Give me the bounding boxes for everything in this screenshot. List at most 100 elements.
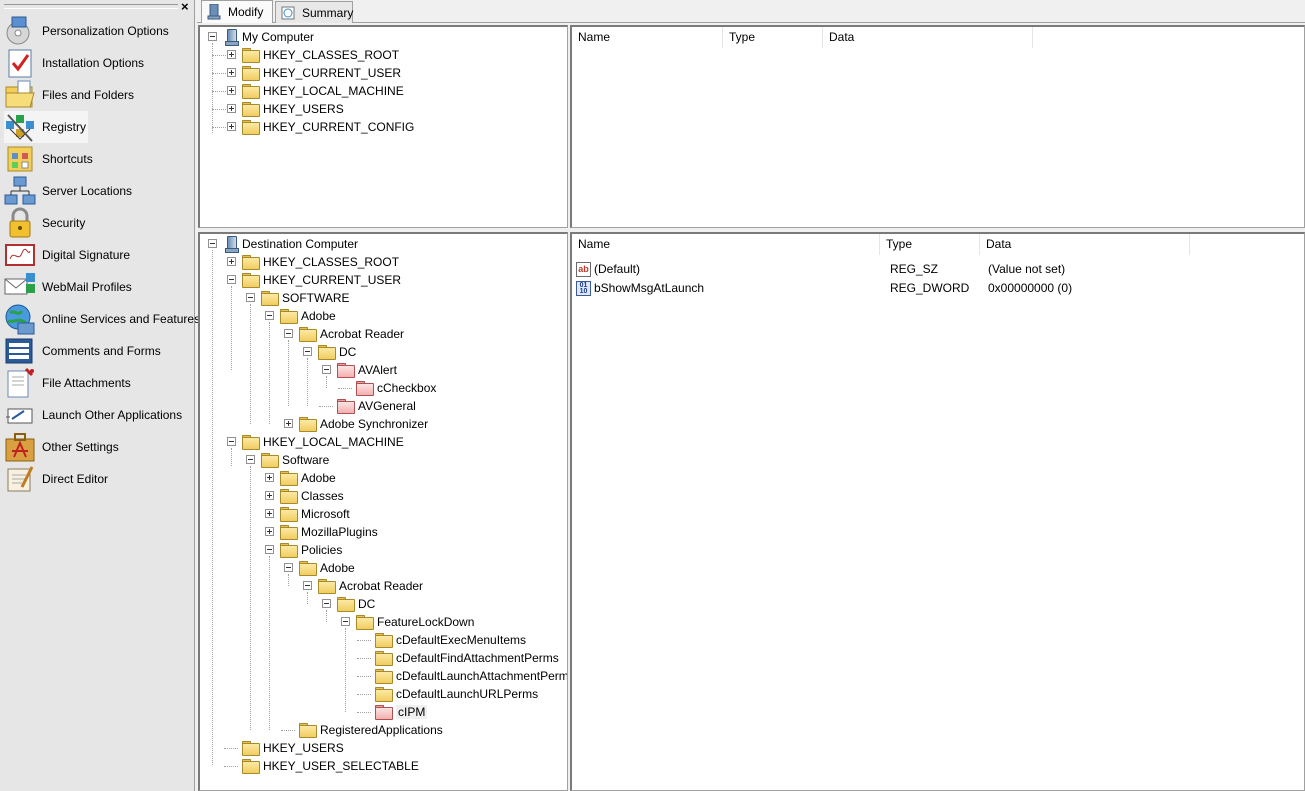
collapse-icon[interactable] bbox=[322, 365, 331, 374]
tree-node[interactable]: Policies bbox=[265, 541, 342, 559]
list-item[interactable]: ab (Default) REG_SZ (Value not set) bbox=[576, 260, 1065, 278]
tree-node[interactable]: HKEY_USERS bbox=[224, 739, 344, 757]
tree-node[interactable]: Software bbox=[246, 451, 329, 469]
sidebar-item-file-attachments[interactable]: File Attachments bbox=[4, 367, 192, 399]
column-header-type[interactable]: Type bbox=[723, 27, 823, 48]
sidebar-item-personalization-options[interactable]: Personalization Options bbox=[4, 15, 192, 47]
column-header-name[interactable]: Name bbox=[572, 234, 880, 255]
collapse-icon[interactable] bbox=[265, 311, 274, 320]
tree-node-label: cIPM bbox=[396, 705, 428, 719]
sidebar-item-other-settings[interactable]: Other Settings bbox=[4, 431, 192, 463]
tree-node-destination-computer[interactable]: Destination Computer bbox=[208, 235, 358, 253]
column-header-type[interactable]: Type bbox=[880, 234, 980, 255]
sidebar-item-installation-options[interactable]: Installation Options bbox=[4, 47, 192, 79]
destination-values-pane[interactable]: Name Type Data ab (Default) REG_SZ (Valu… bbox=[570, 232, 1305, 791]
destination-tree-pane[interactable]: Destination Computer HKEY_CLASSES_ROOT HK… bbox=[198, 232, 568, 791]
tree-node[interactable]: cDefaultFindAttachmentPerms bbox=[357, 649, 559, 667]
tree-node[interactable]: cDefaultLaunchAttachmentPerm bbox=[357, 667, 567, 685]
collapse-icon[interactable] bbox=[227, 437, 236, 446]
tree-node[interactable]: cCheckbox bbox=[338, 379, 436, 397]
collapse-icon[interactable] bbox=[341, 617, 350, 626]
tree-node[interactable]: AVAlert bbox=[322, 361, 397, 379]
tree-node[interactable]: SOFTWARE bbox=[246, 289, 350, 307]
column-header-name[interactable]: Name bbox=[572, 27, 723, 48]
collapse-icon[interactable] bbox=[303, 581, 312, 590]
expand-icon[interactable] bbox=[265, 491, 274, 500]
tree-node-label: Acrobat Reader bbox=[339, 579, 424, 593]
tree-node[interactable]: Acrobat Reader bbox=[303, 577, 423, 595]
expand-icon[interactable] bbox=[227, 50, 236, 59]
list-item[interactable]: 01 10 bShowMsgAtLaunch REG_DWORD 0x000000… bbox=[576, 279, 1072, 297]
expand-icon[interactable] bbox=[227, 257, 236, 266]
folder-icon bbox=[299, 417, 317, 432]
tree-node[interactable]: RegisteredApplications bbox=[281, 721, 443, 739]
collapse-icon[interactable] bbox=[208, 239, 217, 248]
sidebar-item-shortcuts[interactable]: Shortcuts bbox=[4, 143, 192, 175]
tree-node[interactable]: AVGeneral bbox=[319, 397, 416, 415]
close-icon[interactable]: × bbox=[181, 0, 189, 14]
sidebar-item-registry[interactable]: Registry bbox=[4, 111, 88, 143]
tree-node[interactable]: HKEY_CURRENT_USER bbox=[227, 64, 401, 82]
expand-icon[interactable] bbox=[265, 473, 274, 482]
collapse-icon[interactable] bbox=[303, 347, 312, 356]
expand-icon[interactable] bbox=[265, 509, 274, 518]
tree-node[interactable]: Adobe Synchronizer bbox=[284, 415, 428, 433]
collapse-icon[interactable] bbox=[246, 455, 255, 464]
tab-summary[interactable]: Summary bbox=[275, 1, 353, 23]
tree-node[interactable]: HKEY_LOCAL_MACHINE bbox=[227, 82, 404, 100]
collapse-icon[interactable] bbox=[284, 329, 293, 338]
tree-node[interactable]: Classes bbox=[265, 487, 344, 505]
collapse-icon[interactable] bbox=[227, 275, 236, 284]
tree-node[interactable]: HKEY_USERS bbox=[227, 100, 344, 118]
tree-node[interactable]: cDefaultLaunchURLPerms bbox=[357, 685, 538, 703]
tree-node[interactable]: Adobe bbox=[265, 469, 336, 487]
source-tree-pane[interactable]: My Computer HKEY_CLASSES_ROOT HKEY_CURRE… bbox=[198, 25, 568, 228]
sidebar-item-webmail-profiles[interactable]: WebMail Profiles bbox=[4, 271, 192, 303]
tree-node[interactable]: DC bbox=[322, 595, 375, 613]
tree-node[interactable]: Adobe bbox=[284, 559, 355, 577]
tree-node[interactable]: Adobe bbox=[265, 307, 336, 325]
sidebar-item-files-and-folders[interactable]: Files and Folders bbox=[4, 79, 192, 111]
tree-node[interactable]: HKEY_CURRENT_CONFIG bbox=[227, 118, 414, 136]
tree-node[interactable]: cIPM bbox=[357, 703, 428, 721]
tree-node-label: HKEY_LOCAL_MACHINE bbox=[263, 435, 404, 449]
expand-icon[interactable] bbox=[265, 527, 274, 536]
tree-node[interactable]: FeatureLockDown bbox=[341, 613, 474, 631]
expand-icon[interactable] bbox=[227, 86, 236, 95]
expand-icon[interactable] bbox=[227, 122, 236, 131]
tree-node[interactable]: HKEY_USER_SELECTABLE bbox=[224, 757, 419, 775]
collapse-icon[interactable] bbox=[208, 32, 217, 41]
source-values-pane[interactable]: Name Type Data bbox=[570, 25, 1305, 228]
tree-node[interactable]: Acrobat Reader bbox=[284, 325, 404, 343]
sidebar-item-server-locations[interactable]: Server Locations bbox=[4, 175, 192, 207]
sidebar-item-online-services-and-features[interactable]: Online Services and Features bbox=[4, 303, 200, 335]
tree-node[interactable]: MozillaPlugins bbox=[265, 523, 378, 541]
folder-icon bbox=[242, 435, 260, 450]
collapse-icon[interactable] bbox=[246, 293, 255, 302]
sidebar-item-launch-other-applications[interactable]: Launch Other Applications bbox=[4, 399, 192, 431]
tree-node-my-computer[interactable]: My Computer bbox=[208, 28, 314, 46]
expand-icon[interactable] bbox=[227, 68, 236, 77]
sidebar-item-security[interactable]: Security bbox=[4, 207, 192, 239]
tree-node[interactable]: HKEY_CLASSES_ROOT bbox=[227, 253, 399, 271]
column-header-data[interactable]: Data bbox=[823, 27, 1033, 48]
tab-modify[interactable]: Modify bbox=[201, 0, 273, 23]
sidebar-item-digital-signature[interactable]: Digital Signature bbox=[4, 239, 192, 271]
expand-icon[interactable] bbox=[284, 419, 293, 428]
column-header-data[interactable]: Data bbox=[980, 234, 1190, 255]
tree-node[interactable]: HKEY_CLASSES_ROOT bbox=[227, 46, 399, 64]
value-name: bShowMsgAtLaunch bbox=[594, 281, 705, 295]
tree-node[interactable]: HKEY_LOCAL_MACHINE bbox=[227, 433, 404, 451]
tree-node[interactable]: HKEY_CURRENT_USER bbox=[227, 271, 401, 289]
tree-node-label: SOFTWARE bbox=[282, 291, 350, 305]
tree-node[interactable]: cDefaultExecMenuItems bbox=[357, 631, 526, 649]
sidebar-item-direct-editor[interactable]: Direct Editor bbox=[4, 463, 192, 495]
expand-icon[interactable] bbox=[227, 104, 236, 113]
collapse-icon[interactable] bbox=[322, 599, 331, 608]
collapse-icon[interactable] bbox=[265, 545, 274, 554]
sidebar-item-comments-and-forms[interactable]: Comments and Forms bbox=[4, 335, 192, 367]
tree-node[interactable]: Microsoft bbox=[265, 505, 350, 523]
collapse-icon[interactable] bbox=[284, 563, 293, 572]
tree-node[interactable]: DC bbox=[303, 343, 356, 361]
sidebar-grip[interactable] bbox=[4, 4, 178, 9]
